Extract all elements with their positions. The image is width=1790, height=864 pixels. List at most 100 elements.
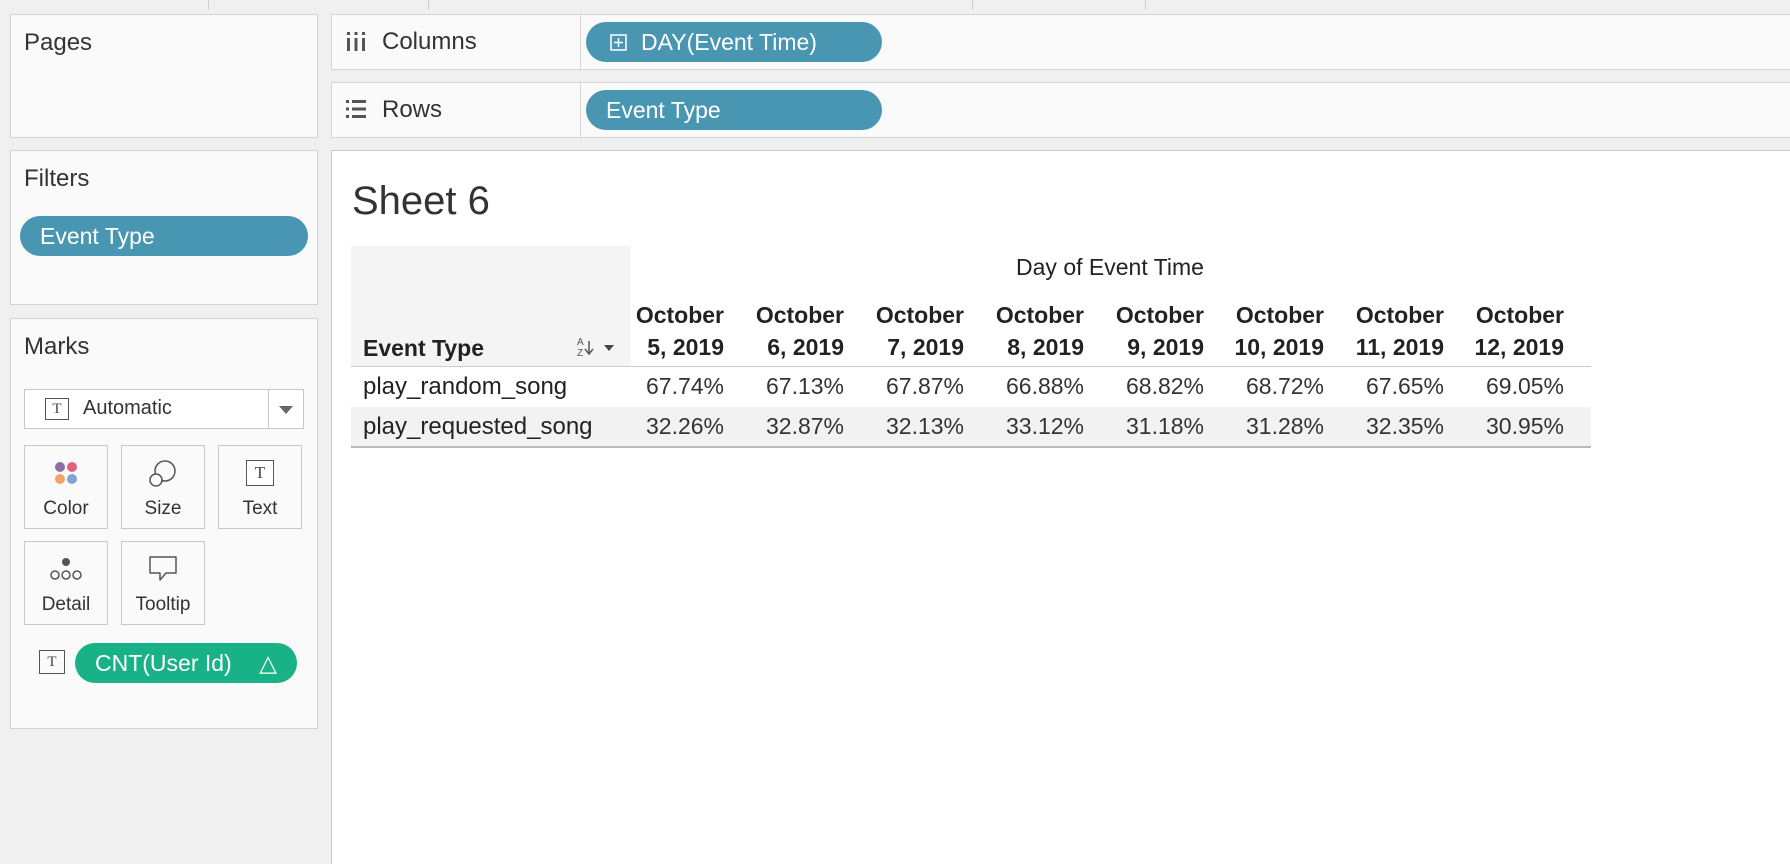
size-icon bbox=[149, 460, 176, 487]
columns-pill-label: DAY(Event Time) bbox=[641, 29, 817, 55]
column-group-title[interactable]: Day of Event Time bbox=[630, 254, 1590, 281]
pages-title: Pages bbox=[24, 29, 93, 56]
column-header-line2: 5, 2019 bbox=[647, 334, 724, 360]
marks-title: Marks bbox=[24, 333, 90, 360]
row-header-event-type[interactable]: Event Type bbox=[363, 335, 484, 362]
column-header-line2: 6, 2019 bbox=[767, 334, 844, 360]
text-pill-cnt-user-id[interactable]: CNT(User Id) △ bbox=[75, 643, 297, 683]
color-button[interactable]: Color bbox=[24, 445, 108, 529]
mark-type-dropdown[interactable]: T Automatic bbox=[24, 389, 304, 429]
filter-pill-label: Event Type bbox=[40, 223, 155, 249]
table-cell[interactable]: 67.65% bbox=[1324, 373, 1444, 400]
row-label[interactable]: play_requested_song bbox=[363, 413, 593, 441]
table-cell[interactable]: 33.12% bbox=[964, 413, 1084, 440]
column-header-line1: October bbox=[1355, 302, 1444, 328]
sheet-title[interactable]: Sheet 6 bbox=[352, 179, 490, 224]
text-box-icon: T bbox=[45, 398, 69, 420]
top-toolbar-strip bbox=[0, 0, 1790, 12]
text-label: Text bbox=[242, 498, 278, 519]
table-cell[interactable]: 32.26% bbox=[604, 413, 724, 440]
marks-card[interactable]: Marks T Automatic Color Size T Text Deta… bbox=[10, 318, 318, 729]
text-pill-label: CNT(User Id) bbox=[95, 650, 232, 676]
delta-icon: △ bbox=[259, 650, 277, 676]
tooltip-button[interactable]: Tooltip bbox=[121, 541, 205, 625]
view-canvas[interactable]: Sheet 6 Day of Event Time Event Type A Z… bbox=[331, 150, 1790, 864]
caret-down-icon[interactable] bbox=[279, 406, 293, 414]
column-header-date[interactable]: October 12, 2019 bbox=[1444, 299, 1564, 363]
table-cell[interactable]: 68.72% bbox=[1204, 373, 1324, 400]
toolbar-divider bbox=[972, 0, 973, 10]
table-cell[interactable]: 67.13% bbox=[724, 373, 844, 400]
column-header-date[interactable]: October 8, 2019 bbox=[964, 299, 1084, 363]
toolbar-divider bbox=[428, 0, 429, 10]
columns-shelf[interactable]: Columns DAY(Event Time) bbox=[331, 14, 1790, 70]
table-cell[interactable]: 32.35% bbox=[1324, 413, 1444, 440]
mark-type-label: Automatic bbox=[83, 397, 172, 419]
column-header-date[interactable]: October 9, 2019 bbox=[1084, 299, 1204, 363]
column-header-line2: 10, 2019 bbox=[1234, 334, 1324, 360]
svg-text:A: A bbox=[577, 337, 584, 348]
detail-icon bbox=[50, 558, 82, 580]
detail-label: Detail bbox=[41, 594, 91, 615]
column-header-line2: 12, 2019 bbox=[1474, 334, 1564, 360]
column-header-date[interactable]: October 5, 2019 bbox=[604, 299, 724, 363]
column-header-line2: 9, 2019 bbox=[1127, 334, 1204, 360]
shelf-divider bbox=[580, 15, 581, 69]
column-header-line1: October bbox=[1475, 302, 1564, 328]
column-header-date[interactable]: October 6, 2019 bbox=[724, 299, 844, 363]
filters-card[interactable]: Filters Event Type bbox=[10, 150, 318, 305]
rows-pill-label: Event Type bbox=[606, 97, 721, 123]
svg-text:Z: Z bbox=[577, 348, 583, 358]
pages-card[interactable]: Pages bbox=[10, 14, 318, 138]
table-cell[interactable]: 67.87% bbox=[844, 373, 964, 400]
color-icon bbox=[55, 462, 77, 484]
rows-icon bbox=[346, 100, 366, 118]
table-cell[interactable]: 67.74% bbox=[604, 373, 724, 400]
table-cell[interactable]: 32.87% bbox=[724, 413, 844, 440]
column-header-line1: October bbox=[875, 302, 964, 328]
filter-pill-event-type[interactable]: Event Type bbox=[20, 216, 308, 256]
table-cell[interactable]: 31.18% bbox=[1084, 413, 1204, 440]
column-header-line2: 8, 2019 bbox=[1007, 334, 1084, 360]
table-cell[interactable]: 31.28% bbox=[1204, 413, 1324, 440]
column-header-line1: October bbox=[1115, 302, 1204, 328]
column-header-line1: October bbox=[995, 302, 1084, 328]
rows-pill-event-type[interactable]: Event Type bbox=[586, 90, 882, 130]
plus-box-icon[interactable] bbox=[610, 34, 627, 51]
text-button[interactable]: T Text bbox=[218, 445, 302, 529]
column-header-line1: October bbox=[755, 302, 844, 328]
dropdown-separator bbox=[268, 390, 269, 428]
tooltip-icon bbox=[149, 556, 177, 581]
row-label[interactable]: play_random_song bbox=[363, 373, 567, 401]
tooltip-label: Tooltip bbox=[135, 594, 191, 615]
column-header-line1: October bbox=[635, 302, 724, 328]
table-row[interactable]: play_requested_song 32.26% 32.87% 32.13% 33.… bbox=[351, 407, 1591, 447]
text-icon: T bbox=[246, 460, 274, 486]
shelf-divider bbox=[580, 83, 581, 137]
table-cell[interactable]: 30.95% bbox=[1444, 413, 1564, 440]
columns-label: Columns bbox=[382, 28, 477, 55]
detail-button[interactable]: Detail bbox=[24, 541, 108, 625]
column-header-date[interactable]: October 11, 2019 bbox=[1324, 299, 1444, 363]
table-cell[interactable]: 69.05% bbox=[1444, 373, 1564, 400]
column-header-line2: 11, 2019 bbox=[1355, 334, 1444, 360]
rows-label: Rows bbox=[382, 96, 443, 123]
column-header-date[interactable]: October 10, 2019 bbox=[1204, 299, 1324, 363]
size-label: Size bbox=[144, 498, 182, 519]
rows-shelf[interactable]: Rows Event Type bbox=[331, 82, 1790, 138]
table-cell[interactable]: 32.13% bbox=[844, 413, 964, 440]
columns-pill-day-event-time[interactable]: DAY(Event Time) bbox=[586, 22, 882, 62]
size-button[interactable]: Size bbox=[121, 445, 205, 529]
text-encoding-icon[interactable]: T bbox=[39, 650, 65, 674]
toolbar-divider bbox=[1145, 0, 1146, 10]
color-label: Color bbox=[43, 498, 89, 519]
table-cell[interactable]: 68.82% bbox=[1084, 373, 1204, 400]
table-bottom-border bbox=[351, 446, 1591, 448]
toolbar-divider bbox=[208, 0, 209, 10]
filters-title: Filters bbox=[24, 165, 90, 192]
column-header-line1: October bbox=[1235, 302, 1324, 328]
table-row[interactable]: play_random_song 67.74% 67.13% 67.87% 66.88%… bbox=[351, 367, 1591, 407]
table-cell[interactable]: 66.88% bbox=[964, 373, 1084, 400]
column-header-date[interactable]: October 7, 2019 bbox=[844, 299, 964, 363]
column-header-line2: 7, 2019 bbox=[887, 334, 964, 360]
